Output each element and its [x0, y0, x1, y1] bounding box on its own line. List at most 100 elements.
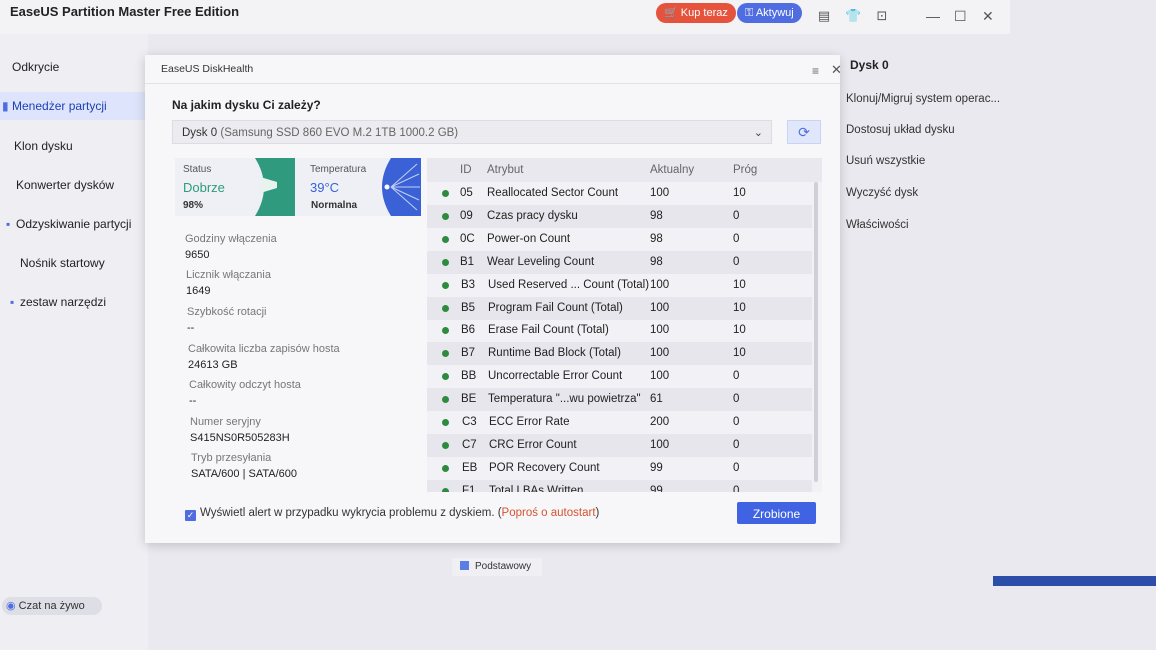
- sidebar-item-disk-clone[interactable]: Klon dysku: [0, 132, 148, 160]
- table-row[interactable]: EB POR Recovery Count 99 0: [427, 457, 812, 480]
- table-row[interactable]: B6 Erase Fail Count (Total) 100 10: [427, 319, 812, 342]
- table-header: ID Atrybut Aktualny Próg: [427, 158, 822, 182]
- cell-id: BE: [461, 393, 477, 406]
- disk-select[interactable]: Dysk 0 (Samsung SSD 860 EVO M.2 1TB 1000…: [172, 120, 772, 144]
- cell-attr: Power-on Count: [487, 232, 571, 245]
- status-dot-icon: [442, 235, 449, 243]
- minimize-button[interactable]: —: [926, 8, 940, 24]
- cell-threshold: 10: [733, 187, 746, 199]
- table-row[interactable]: 09 Czas pracy dysku 98 0: [427, 204, 812, 228]
- cell-id: B6: [461, 324, 476, 337]
- sidebar-item-odkrycie[interactable]: Odkrycie: [0, 53, 148, 81]
- table-row[interactable]: BE Temperatura "...wu powietrza" 61 0: [427, 388, 812, 412]
- cell-attr: Reallocated Sector Count: [487, 187, 619, 199]
- action-adjust-layout[interactable]: Dostosuj układ dysku: [846, 124, 955, 136]
- sidebar-item-partition-recovery[interactable]: ▪ Odzyskiwanie partycji: [0, 210, 148, 238]
- alert-checkbox[interactable]: ✓: [185, 510, 196, 521]
- download-icon[interactable]: ⊡: [874, 8, 890, 24]
- table-row[interactable]: B3 Used Reserved ... Count (Total) 100 10: [427, 274, 812, 297]
- buy-now-button[interactable]: 🛒 Kup teraz: [656, 3, 736, 23]
- document-icon[interactable]: ▤: [816, 8, 832, 24]
- sidebar-item-boot-media[interactable]: Nośnik startowy: [0, 249, 148, 277]
- table-row[interactable]: C3 ECC Error Rate 200 0: [427, 411, 812, 434]
- info-value: --: [189, 395, 197, 407]
- info-label: Tryb przesyłania: [191, 452, 272, 464]
- refresh-icon: ⟳: [798, 124, 810, 140]
- temperature-status: Normalna: [311, 200, 358, 211]
- cell-attr: ECC Error Rate: [489, 416, 570, 428]
- status-label: Status: [183, 164, 212, 175]
- table-row[interactable]: C7 CRC Error Count 100 0: [427, 433, 812, 457]
- cell-current: 200: [650, 416, 670, 428]
- cell-attr: Uncorrectable Error Count: [488, 370, 623, 383]
- cell-threshold: 0: [733, 438, 740, 451]
- legend-label: Podstawowy: [475, 561, 532, 572]
- info-label: Numer seryjny: [190, 416, 261, 428]
- cell-current: 61: [650, 393, 663, 406]
- activate-button[interactable]: ⚿ Aktywuj: [737, 3, 802, 23]
- table-scrollbar[interactable]: [814, 182, 818, 482]
- close-button[interactable]: ✕: [982, 8, 994, 25]
- cell-id: 0C: [460, 232, 475, 245]
- done-button[interactable]: Zrobione: [737, 502, 816, 524]
- table-row[interactable]: 05 Reallocated Sector Count 100 10: [427, 182, 812, 205]
- column-header-threshold[interactable]: Próg: [733, 164, 757, 176]
- cell-attr: Erase Fail Count (Total): [488, 324, 609, 337]
- cell-threshold: 0: [733, 393, 740, 406]
- table-row[interactable]: 0C Power-on Count 98 0: [427, 228, 812, 251]
- action-delete-all[interactable]: Usuń wszystkie: [846, 155, 925, 167]
- alert-text-close: ): [595, 507, 600, 519]
- column-header-id[interactable]: ID: [460, 164, 472, 176]
- action-properties[interactable]: Właściwości: [846, 219, 909, 231]
- temperature-gauge: [382, 158, 421, 216]
- status-dot-icon: [442, 464, 449, 472]
- cell-threshold: 10: [733, 301, 746, 314]
- disk-actions-panel: Dysk 0 Klonuj/Migruj system operac... Do…: [840, 48, 1000, 308]
- cell-current: 100: [650, 370, 670, 383]
- status-dot-icon: [442, 419, 449, 426]
- partition-legend: Podstawowy: [452, 558, 542, 576]
- cell-id: BB: [461, 370, 477, 383]
- status-dot-icon: [442, 190, 449, 197]
- column-header-attribute[interactable]: Atrybut: [487, 164, 523, 176]
- status-dot-icon: [442, 281, 449, 289]
- cell-current: 99: [650, 484, 663, 492]
- cell-attr: Wear Leveling Count: [487, 255, 595, 268]
- column-header-current[interactable]: Aktualny: [650, 164, 694, 176]
- cell-current: 100: [650, 347, 670, 360]
- menu-icon[interactable]: ≡: [812, 64, 819, 78]
- cell-id: C7: [462, 438, 477, 451]
- autostart-link[interactable]: Poproś o autostart: [502, 507, 596, 519]
- action-wipe-disk[interactable]: Wyczyść dysk: [846, 187, 918, 199]
- cell-attr: CRC Error Count: [489, 438, 577, 451]
- refresh-button[interactable]: ⟳: [787, 120, 821, 144]
- cell-attr: Program Fail Count (Total): [488, 301, 623, 314]
- status-dot-icon: [442, 441, 449, 449]
- table-row[interactable]: B1 Wear Leveling Count 98 0: [427, 250, 812, 274]
- cell-current: 98: [650, 255, 663, 268]
- info-value: --: [187, 322, 195, 334]
- shirt-icon[interactable]: 👕: [845, 8, 861, 24]
- sidebar-item-partition-manager[interactable]: ▮ Menedżer partycji: [0, 92, 148, 120]
- action-clone-os[interactable]: Klonuj/Migruj system operac...: [846, 93, 1000, 105]
- sidebar-item-disk-converter[interactable]: Konwerter dysków: [0, 171, 148, 199]
- sidebar-item-label: Klon dysku: [14, 139, 73, 153]
- maximize-button[interactable]: ☐: [954, 8, 967, 25]
- table-row[interactable]: BB Uncorrectable Error Count 100 0: [427, 365, 812, 388]
- cell-threshold: 10: [733, 278, 746, 291]
- cell-attr: POR Recovery Count: [489, 461, 600, 474]
- diskhealth-dialog: EaseUS DiskHealth ≡ ✕ Na jakim dysku Ci …: [145, 55, 842, 543]
- close-icon[interactable]: ✕: [831, 62, 842, 78]
- sidebar-item-toolbox[interactable]: ▪ zestaw narzędzi: [0, 288, 148, 316]
- table-row[interactable]: B7 Runtime Bad Block (Total) 100 10: [427, 342, 812, 366]
- partition-icon: ▮: [2, 99, 9, 113]
- status-dot-icon: [442, 373, 449, 381]
- status-dot-icon: [442, 487, 449, 492]
- info-label: Godziny włączenia: [185, 233, 277, 245]
- cell-attr: Czas pracy dysku: [487, 209, 578, 222]
- table-row[interactable]: B5 Program Fail Count (Total) 100 10: [427, 296, 812, 320]
- table-row[interactable]: F1 Total LBAs Written 99 0: [427, 479, 812, 492]
- disk-select-detail: (Samsung SSD 860 EVO M.2 1TB 1000.2 GB): [220, 127, 459, 139]
- cell-current: 98: [650, 209, 663, 222]
- live-chat-button[interactable]: ◉ Czat na żywo: [2, 597, 102, 615]
